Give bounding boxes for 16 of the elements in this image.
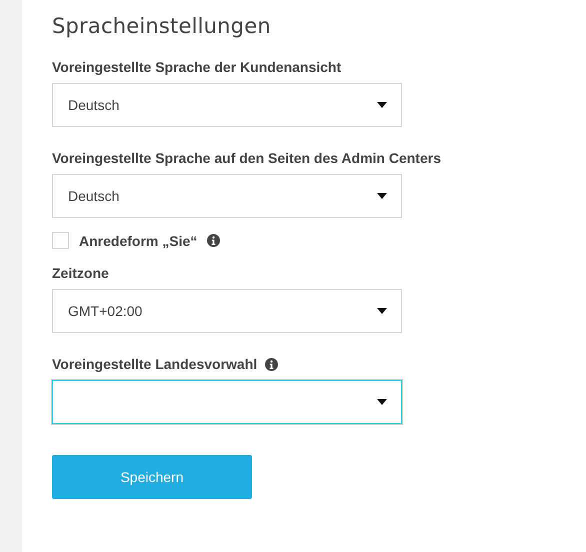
caret-icon xyxy=(377,399,387,405)
caret-icon xyxy=(377,193,387,199)
dropdown[interactable]: Deutsch xyxy=(52,174,402,218)
dropdown[interactable]: Deutsch xyxy=(52,83,402,127)
checkbox-label: Anredeform „Sie“ xyxy=(79,232,198,248)
field-label: Voreingestellte Sprache auf den Seiten des Admin Centers xyxy=(52,150,441,167)
field-label: Voreingestellte Sprache der Kundenansicht xyxy=(52,59,342,76)
caret-icon xyxy=(377,102,387,108)
caret-icon xyxy=(377,308,387,314)
dropdown[interactable]: GMT+02:00 xyxy=(52,289,402,333)
checkbox[interactable] xyxy=(52,232,69,249)
field-label: Zeitzone xyxy=(52,265,109,282)
section-title: Spracheinstellungen xyxy=(52,14,272,38)
field-label: Voreingestellte Landesvorwahl xyxy=(52,356,258,373)
info-icon[interactable] xyxy=(207,234,220,247)
info-icon[interactable] xyxy=(265,358,278,371)
